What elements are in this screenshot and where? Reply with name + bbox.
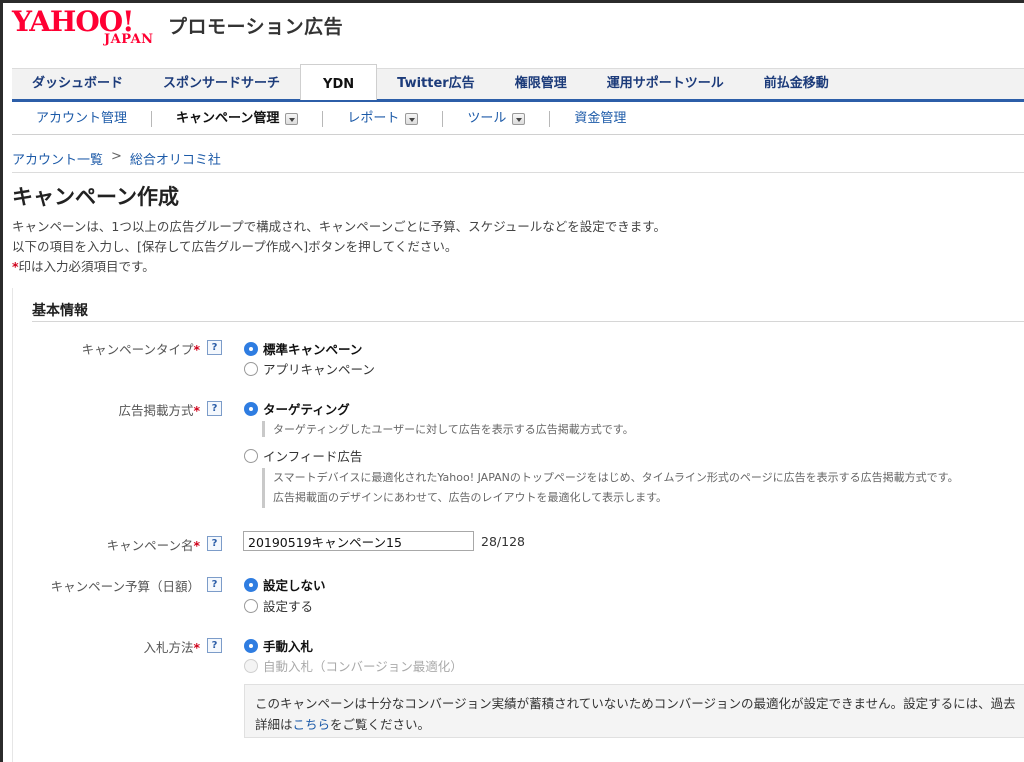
subtab-label: アカウント管理 — [36, 110, 128, 126]
main-nav-tabs: ダッシュボード スポンサードサーチ YDN Twitter広告 権限管理 運用サ… — [12, 64, 1024, 102]
radio-auto-bidding: 自動入札（コンバージョン最適化） — [244, 656, 463, 675]
radio-button[interactable] — [244, 341, 258, 356]
subtab-tools[interactable]: ツール — [443, 110, 551, 127]
yahoo-japan-logo[interactable]: YAHOO! JAPAN — [12, 5, 162, 49]
infeed-description: スマートデバイスに最適化されたYahoo! JAPANのトップページをはじめ、タ… — [262, 468, 959, 508]
required-mark: * — [193, 640, 200, 655]
breadcrumb: アカウント一覧 > 総合オリコミ社 — [12, 149, 221, 168]
tab-dashboard[interactable]: ダッシュボード — [12, 69, 143, 99]
field-label-text: 入札方法 — [143, 640, 194, 655]
tab-ydn[interactable]: YDN — [300, 64, 378, 100]
dropdown-arrow-icon[interactable] — [405, 112, 419, 125]
radio-button[interactable] — [244, 638, 258, 653]
radio-button[interactable] — [244, 448, 258, 463]
tab-twitter-ads[interactable]: Twitter広告 — [377, 69, 495, 99]
subtab-label: レポート — [347, 110, 400, 126]
radio-label: アプリキャンペーン — [263, 362, 375, 377]
help-icon[interactable]: ? — [207, 638, 222, 653]
radio-label: 手動入札 — [263, 639, 314, 654]
required-note-text: 印は入力必須項目です。 — [18, 259, 155, 274]
logo-sub-text: JAPAN — [104, 32, 154, 47]
conversion-info-box: このキャンペーンは十分なコンバージョン実績が蓄積されていないためコンバージョンの… — [244, 684, 1024, 738]
info-text-suffix: をご覧ください。 — [330, 717, 431, 732]
radio-targeting[interactable]: ターゲティング — [244, 399, 350, 418]
radio-button — [244, 658, 258, 673]
radio-label: 設定しない — [263, 578, 326, 593]
campaign-name-input[interactable] — [243, 531, 474, 551]
radio-button[interactable] — [244, 577, 258, 592]
help-icon[interactable]: ? — [207, 577, 222, 592]
subtab-report[interactable]: レポート — [323, 110, 444, 127]
subtab-label: キャンペーン管理 — [176, 110, 280, 126]
required-mark: * — [193, 342, 200, 357]
breadcrumb-current-account[interactable]: 総合オリコミ社 — [130, 149, 221, 168]
subtab-label: ツール — [467, 110, 507, 126]
breadcrumb-separator: > — [111, 149, 122, 164]
help-icon[interactable]: ? — [207, 536, 222, 551]
radio-label: インフィード広告 — [263, 449, 363, 464]
section-title: 基本情報 — [32, 303, 88, 319]
page-description-1: キャンペーンは、1つ以上の広告グループで構成され、キャンペーンごとに予算、スケジ… — [12, 219, 666, 234]
field-label-text: キャンペーン予算（日額） — [50, 579, 200, 594]
help-icon[interactable]: ? — [207, 340, 222, 355]
targeting-description: ターゲティングしたユーザーに対して広告を表示する広告掲載方式です。 — [262, 421, 634, 437]
radio-button[interactable] — [244, 598, 258, 613]
dropdown-arrow-icon[interactable] — [285, 112, 299, 125]
dropdown-arrow-icon[interactable] — [512, 112, 526, 125]
tab-prepaid-transfer[interactable]: 前払金移動 — [744, 69, 849, 99]
field-label-text: キャンペーン名 — [106, 538, 194, 553]
subtab-funds-management[interactable]: 資金管理 — [550, 111, 650, 127]
radio-infeed-ads[interactable]: インフィード広告 — [244, 446, 362, 465]
radio-budget-none[interactable]: 設定しない — [244, 575, 326, 594]
window-top-edge — [0, 0, 1024, 3]
required-mark: * — [193, 538, 200, 553]
tab-support-tools[interactable]: 運用サポートツール — [587, 69, 744, 99]
help-icon[interactable]: ? — [207, 401, 222, 416]
campaign-budget-label: キャンペーン予算（日額） — [0, 576, 200, 595]
breadcrumb-divider — [12, 172, 1024, 173]
radio-budget-set[interactable]: 設定する — [244, 596, 313, 615]
radio-label: 自動入札（コンバージョン最適化） — [263, 659, 463, 674]
subtab-campaign-management[interactable]: キャンペーン管理 — [152, 110, 324, 127]
campaign-type-label: キャンペーンタイプ* — [0, 339, 200, 358]
bidding-method-label: 入札方法* — [0, 637, 200, 656]
radio-standard-campaign[interactable]: 標準キャンペーン — [244, 339, 362, 358]
radio-manual-bidding[interactable]: 手動入札 — [244, 636, 313, 655]
radio-button[interactable] — [244, 361, 258, 376]
infeed-description-line-1: スマートデバイスに最適化されたYahoo! JAPANのトップページをはじめ、タ… — [273, 471, 959, 484]
required-note: *印は入力必須項目です。 — [12, 256, 155, 275]
page-title: キャンペーン作成 — [12, 185, 179, 209]
details-link[interactable]: こちら — [293, 717, 331, 732]
radio-app-campaign[interactable]: アプリキャンペーン — [244, 359, 375, 378]
radio-label: 標準キャンペーン — [263, 342, 363, 357]
campaign-name-label: キャンペーン名* — [0, 535, 200, 554]
radio-button[interactable] — [244, 401, 258, 416]
infeed-description-line-2: 広告掲載面のデザインにあわせて、広告のレイアウトを最適化して表示します。 — [273, 491, 668, 504]
ad-delivery-label: 広告掲載方式* — [0, 400, 200, 419]
tab-sponsored-search[interactable]: スポンサードサーチ — [143, 69, 300, 99]
tab-permissions[interactable]: 権限管理 — [495, 69, 587, 99]
radio-label: ターゲティング — [263, 402, 350, 417]
subtab-account-management[interactable]: アカウント管理 — [12, 110, 153, 127]
info-text-line-1: このキャンペーンは十分なコンバージョン実績が蓄積されていないためコンバージョンの… — [255, 696, 1016, 711]
sub-nav-tabs: アカウント管理 キャンペーン管理 レポート ツール 資金管理 — [12, 103, 1024, 135]
product-name: プロモーション広告 — [168, 16, 344, 38]
info-text-prefix: 詳細は — [255, 717, 293, 732]
required-mark: * — [193, 403, 200, 418]
page-description-2: 以下の項目を入力し、[保存して広告グループ作成へ]ボタンを押してください。 — [12, 239, 458, 254]
field-label-text: キャンペーンタイプ — [81, 342, 194, 357]
breadcrumb-account-list[interactable]: アカウント一覧 — [12, 149, 103, 168]
radio-label: 設定する — [263, 599, 314, 614]
campaign-name-char-count: 28/128 — [481, 534, 525, 549]
subtab-label: 資金管理 — [574, 110, 627, 126]
info-text-line-2: 詳細はこちらをご覧ください。 — [255, 714, 1014, 735]
field-label-text: 広告掲載方式 — [118, 403, 194, 418]
section-divider — [32, 321, 1024, 322]
